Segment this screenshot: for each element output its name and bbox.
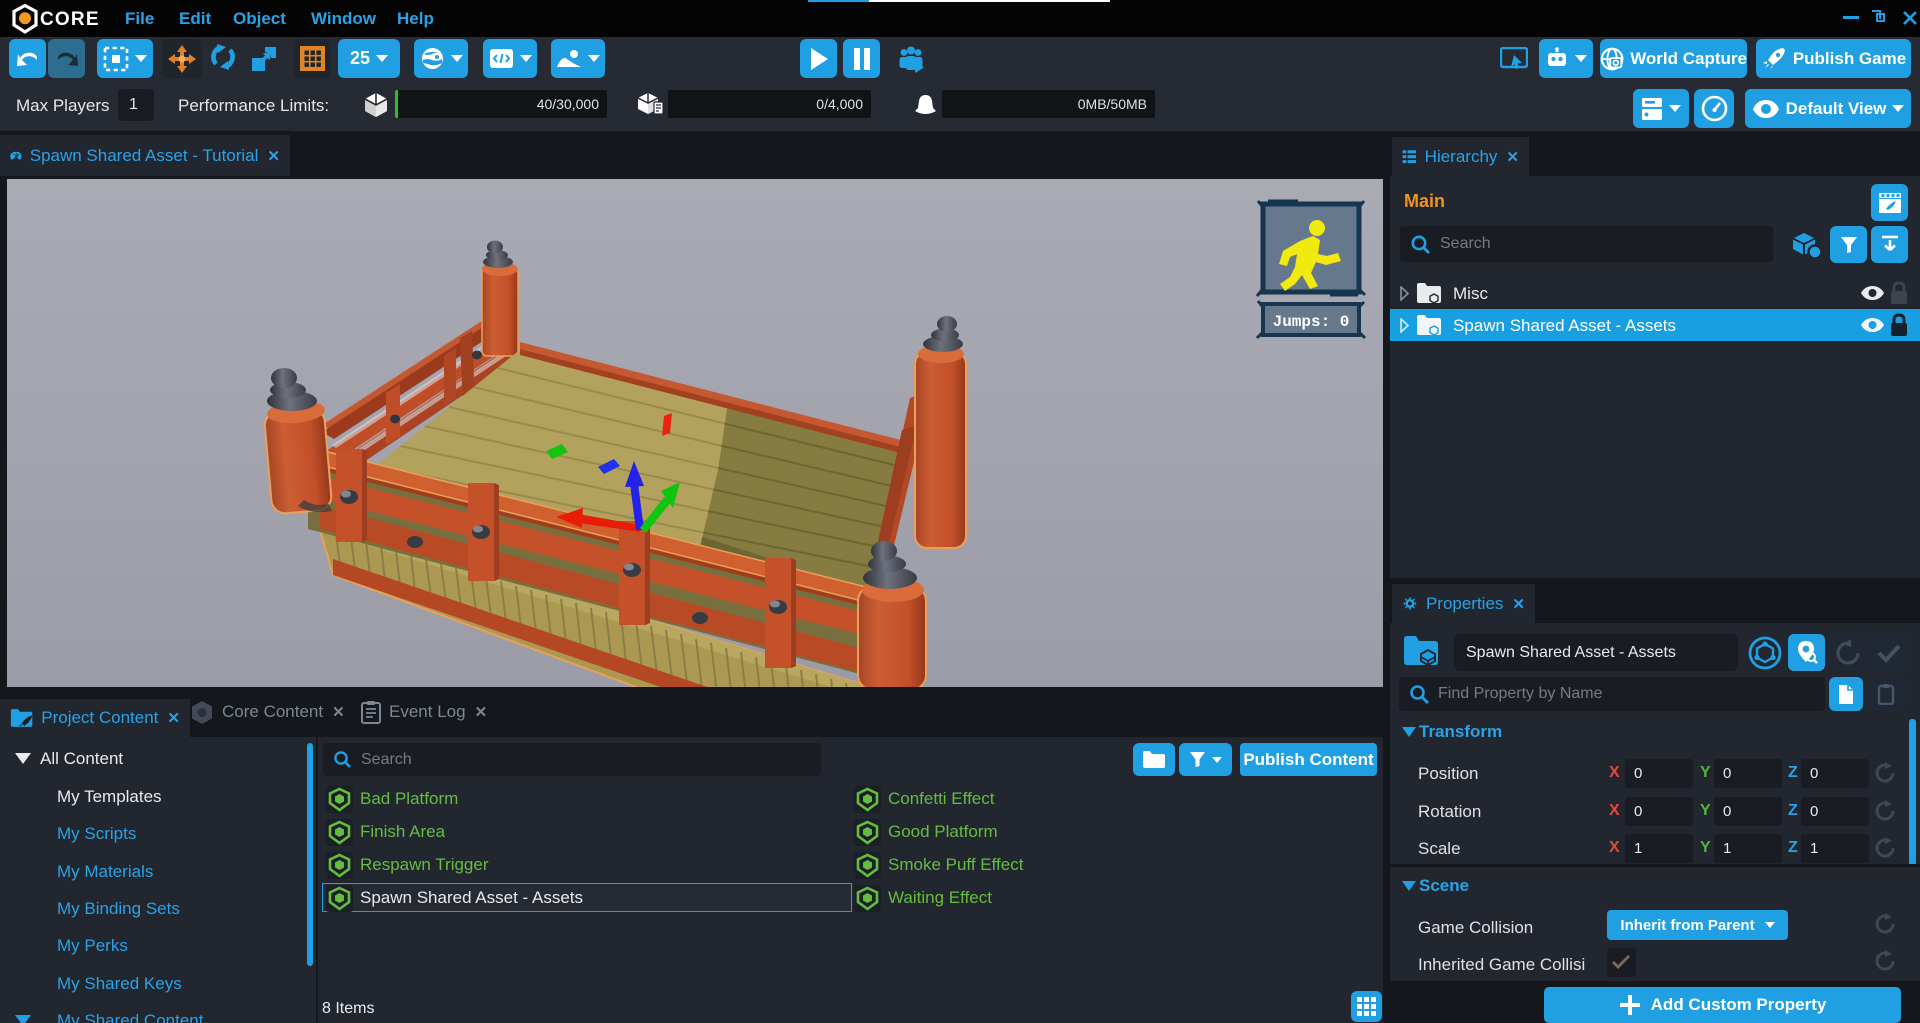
svg-text:CORE: CORE	[40, 9, 100, 30]
svg-text:Jumps: 0: Jumps: 0	[1273, 313, 1350, 331]
